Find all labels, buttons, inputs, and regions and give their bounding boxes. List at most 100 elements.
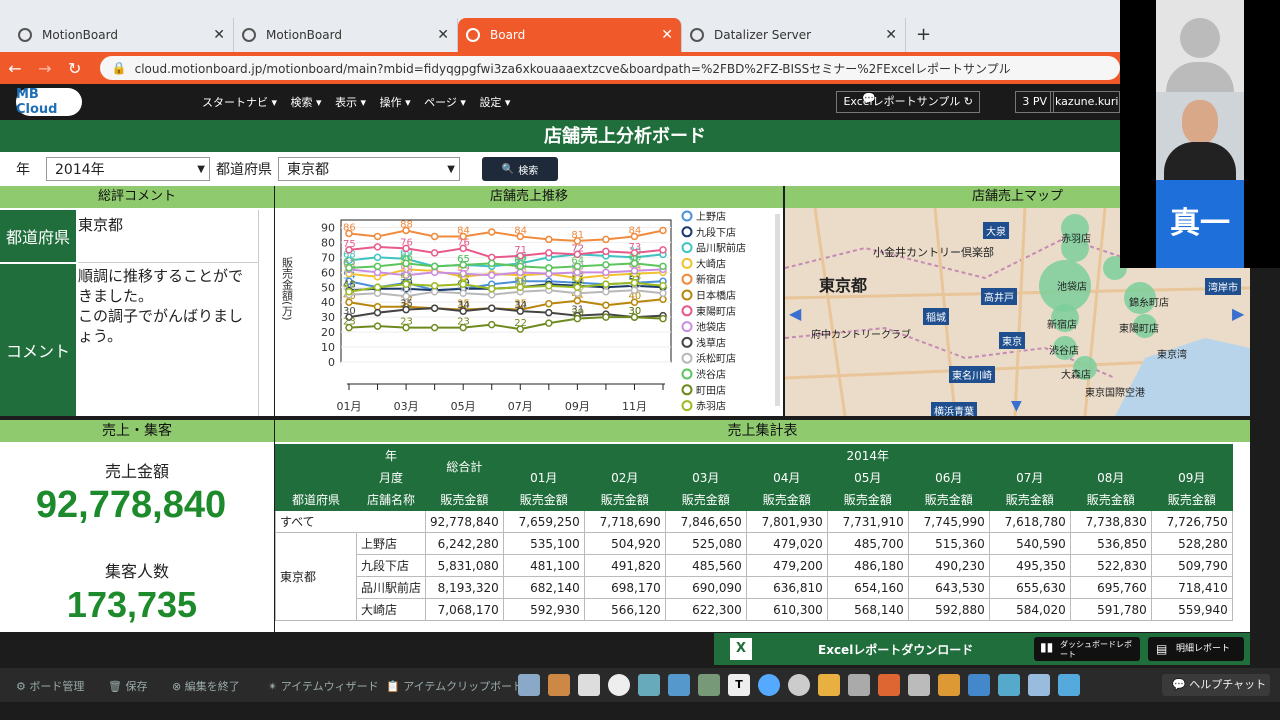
back-arrow-icon[interactable]: ← — [0, 59, 30, 78]
refresh-icon[interactable]: ↻ — [964, 95, 973, 108]
sales-amount-label: 売上金額 — [104, 462, 169, 481]
menu-view[interactable]: 表示 ▾ — [335, 96, 366, 109]
value-cell: 592,880 — [907, 598, 990, 621]
year-select[interactable]: 2014年 ▼ — [46, 157, 210, 181]
data-point — [545, 264, 553, 272]
browser-tab-2[interactable]: MotionBoard ✕ — [234, 18, 458, 52]
pref-select[interactable]: 東京都 ▼ — [278, 157, 460, 181]
item-clipboard-item[interactable]: 📋 アイテムクリップボード — [386, 678, 523, 694]
board-manage-item[interactable]: ⚙ ボード管理 — [16, 678, 84, 694]
url-field[interactable]: 🔒 cloud.motionboard.jp/motionboard/main?… — [99, 56, 1120, 80]
menu-page[interactable]: ページ ▾ — [424, 96, 466, 109]
menu-search[interactable]: 検索 ▾ — [291, 96, 322, 109]
cube-icon[interactable] — [998, 674, 1020, 696]
map-pan-down-icon[interactable]: ▼ — [1011, 398, 1022, 414]
table-row[interactable]: すべて 92,778,840 7,659,250 7,718,690 7,846,650… — [275, 510, 1233, 533]
legend-marker — [681, 305, 693, 317]
map-pan-left-icon[interactable]: ◀ — [789, 304, 801, 323]
help-chat-button[interactable]: 💬 ヘルプチャット — [1162, 674, 1270, 696]
shapes-icon[interactable] — [878, 674, 900, 696]
map-label: 大森店 — [1061, 370, 1091, 381]
data-point — [659, 289, 667, 297]
data-point — [487, 228, 496, 236]
item-wizard-item[interactable]: ✴ アイテムウィザード — [268, 678, 379, 694]
forward-arrow-icon[interactable]: → — [30, 59, 60, 78]
sales-panel: 売上・集客 売上金額 92,778,840 集客人数 173,735 — [0, 420, 274, 632]
plugin-icon[interactable] — [1058, 674, 1080, 696]
user-name[interactable]: kazune.kurih — [1050, 91, 1120, 113]
visitors-value: 173,735 — [66, 584, 198, 625]
list-icon[interactable] — [908, 674, 930, 696]
comment-panel-header: 総評コメント — [0, 186, 274, 208]
detail-report-button[interactable]: ▤ 明細レポート — [1148, 637, 1244, 661]
data-point — [545, 282, 553, 290]
slider-icon[interactable] — [848, 674, 870, 696]
globe-icon[interactable] — [758, 674, 780, 696]
browser-tab-4[interactable]: Datalizer Server ✕ — [682, 18, 906, 52]
menu-settings[interactable]: 設定 ▾ — [479, 96, 510, 109]
y-tick-label: 80 — [321, 236, 335, 249]
data-label: 81 — [571, 230, 584, 241]
menu-operation[interactable]: 操作 ▾ — [380, 96, 411, 109]
line-chart: 0 10 20 30 40 50 60 70 80 90 販売金額(万) 01月 03月 05月 07月 09… — [281, 210, 780, 413]
data-label: 50 — [514, 276, 527, 287]
close-tab-icon[interactable]: ✕ — [213, 27, 225, 43]
layout-icon[interactable] — [518, 674, 540, 696]
close-tab-icon[interactable]: ✕ — [885, 27, 897, 43]
image-icon[interactable] — [638, 674, 660, 696]
data-point — [487, 285, 496, 293]
panel-icon[interactable] — [698, 674, 720, 696]
legend-label: 九段下店 — [696, 226, 736, 239]
header-cell: 都道府県 — [275, 488, 357, 511]
excel-download-button[interactable]: Excelレポートダウンロード — [818, 641, 973, 658]
value-cell: 7,745,990 — [907, 510, 990, 533]
browser-tab-3[interactable]: Board ✕ — [458, 18, 682, 52]
data-label: 53 — [628, 272, 641, 283]
data-label: 84 — [514, 225, 527, 236]
data-point — [373, 322, 382, 330]
calendar-icon[interactable] — [938, 674, 960, 696]
table-row[interactable]: 東京都 上野店 6,242,280 535,100 504,920 525,080 479,… — [275, 532, 1233, 621]
value-cell: 610,300 — [745, 598, 828, 621]
close-tab-icon[interactable]: ✕ — [437, 27, 449, 43]
table-row[interactable]: 大崎店 7,068,170 592,930 566,120 622,300 610,300… — [276, 598, 1233, 621]
toolbar-label: ボード管理 — [29, 680, 85, 693]
save-item[interactable]: 🗑 保存 — [108, 678, 147, 694]
tab-label: Board — [490, 28, 526, 42]
map-label: 東京都 — [819, 276, 868, 295]
dashboard-report-button[interactable]: ▮▮ ダッシュボードレポート — [1034, 637, 1140, 661]
data-label: 84 — [457, 225, 470, 236]
sales-amount-value: 92,778,840 — [35, 484, 227, 526]
network-icon[interactable] — [668, 674, 690, 696]
motionboard-favicon-icon — [18, 28, 32, 42]
info-icon[interactable] — [968, 674, 990, 696]
legend-marker — [681, 273, 693, 285]
table-row[interactable]: 九段下店 5,831,080 481,100 491,820 485,560 479,20… — [276, 554, 1233, 577]
chat-bubble-icon[interactable] — [788, 674, 810, 696]
folder-icon[interactable] — [818, 674, 840, 696]
value-cell: 525,080 — [664, 532, 747, 555]
board-select[interactable]: Excelレポートサンプル ↻ — [836, 91, 980, 113]
map-pan-right-icon[interactable]: ▶ — [1232, 304, 1244, 323]
browser-tab-1[interactable]: MotionBoard ✕ — [10, 18, 234, 52]
month-header-cell: 01月 — [502, 466, 585, 489]
abc-icon[interactable] — [1028, 674, 1050, 696]
text-icon[interactable]: T — [728, 674, 750, 696]
table-row[interactable]: 品川駅前店 8,193,320 682,140 698,170 690,090 636,8… — [276, 576, 1233, 599]
menu-start-navi[interactable]: スタートナビ ▾ — [202, 96, 277, 109]
reload-icon[interactable]: ↻ — [60, 59, 90, 78]
person-body — [1164, 142, 1236, 180]
bar-chart-icon[interactable] — [548, 674, 570, 696]
data-point — [430, 232, 439, 241]
new-tab-icon[interactable]: + — [916, 24, 931, 45]
end-edit-item[interactable]: ⊗ 編集を終了 — [172, 678, 240, 694]
sales-table-panel: 売上集計表 年 総合計 2014年 月度 01月 02月 03月 04月 05月 06月 0… — [275, 420, 1250, 632]
value-cell: 7,726,750 — [1150, 510, 1233, 533]
search-button[interactable]: 🔍 検索 — [482, 157, 558, 181]
value-cell: 698,170 — [583, 576, 666, 599]
legend-marker — [681, 400, 693, 412]
clock-icon[interactable] — [608, 674, 630, 696]
table-icon[interactable] — [578, 674, 600, 696]
close-tab-icon[interactable]: ✕ — [661, 27, 673, 43]
data-point — [430, 282, 439, 290]
